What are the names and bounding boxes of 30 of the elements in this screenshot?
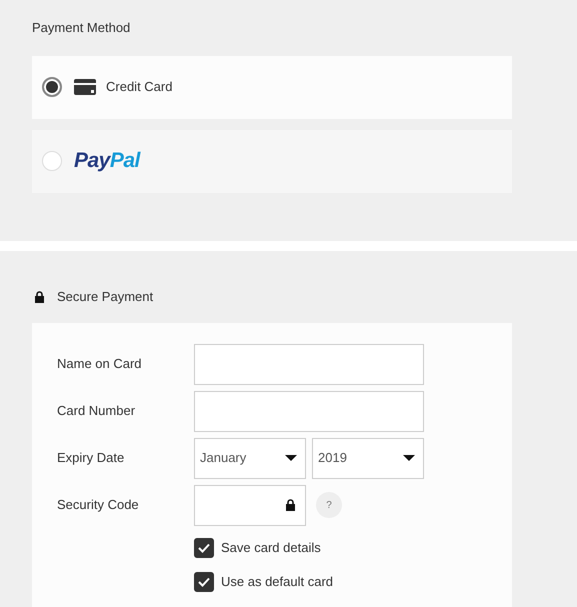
- field-label: Expiry Date: [57, 449, 126, 468]
- checkbox[interactable]: [194, 538, 214, 558]
- caret-icon: [285, 455, 297, 461]
- field-label: Card Number: [57, 402, 136, 420]
- select-value: January: [200, 449, 246, 468]
- section-title: Payment Method: [32, 19, 130, 37]
- checkbox[interactable]: [194, 572, 214, 592]
- field-label: Security Code: [57, 496, 140, 514]
- section-title: Secure Payment: [57, 288, 154, 306]
- credit-card-icon: [74, 79, 96, 95]
- payment-option[interactable]: Credit Card: [32, 56, 512, 118]
- select-value: 2019: [318, 449, 347, 468]
- select-field[interactable]: 2019: [312, 438, 424, 478]
- option-label: Credit Card: [106, 78, 172, 96]
- caret-icon: [403, 455, 415, 461]
- check-icon: [198, 576, 210, 586]
- field-label: Name on Card: [57, 355, 143, 374]
- checkbox-label: Save card details: [221, 538, 321, 557]
- help-button[interactable]: ?: [316, 492, 342, 518]
- check-icon: [198, 542, 210, 552]
- checkbox-label: Use as default card: [221, 572, 334, 591]
- radio-button[interactable]: [42, 77, 62, 97]
- input-field[interactable]: [194, 344, 424, 384]
- input-field[interactable]: [194, 390, 424, 432]
- lock-icon: [35, 290, 44, 303]
- lock-icon: [286, 499, 295, 511]
- payment-option[interactable]: PayPal: [32, 130, 512, 192]
- select-field[interactable]: January: [194, 438, 306, 478]
- paypal-logo: PayPal: [74, 148, 140, 174]
- input-field[interactable]: [194, 484, 306, 526]
